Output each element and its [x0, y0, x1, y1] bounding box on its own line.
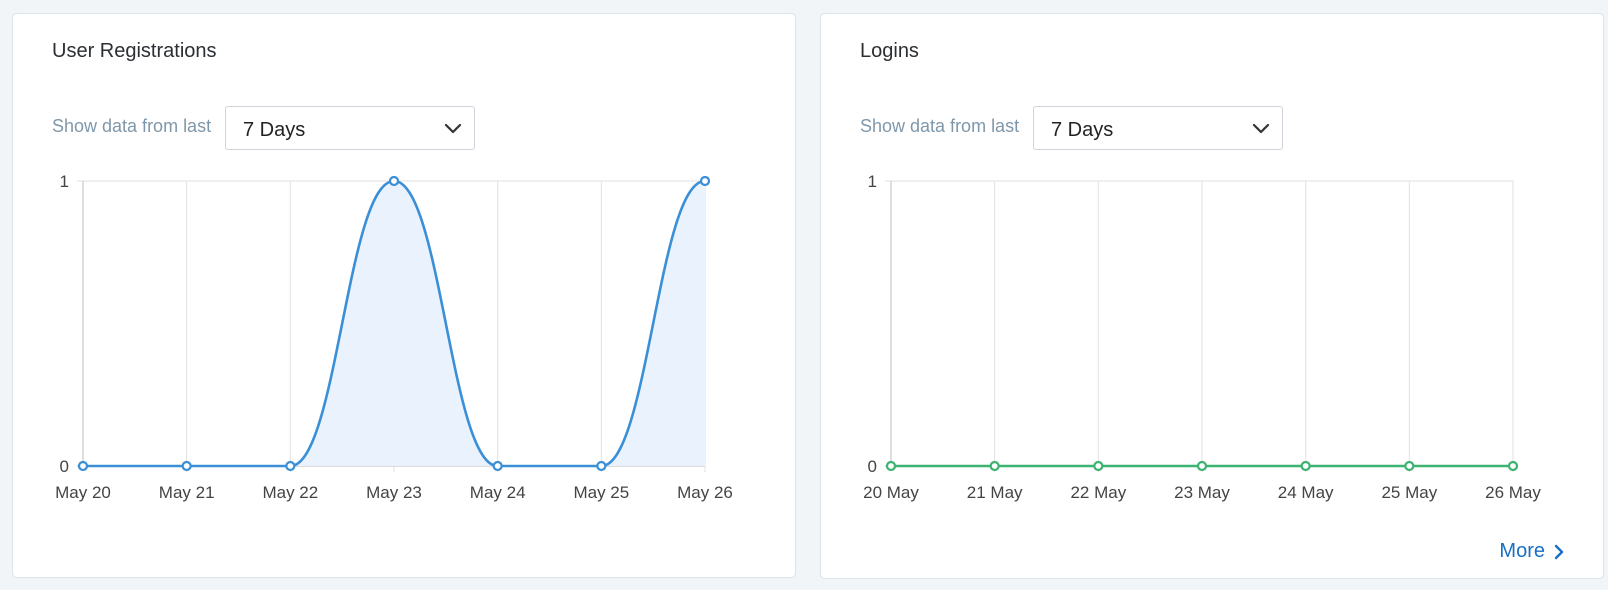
x-tick-label: 22 May — [1070, 483, 1126, 502]
y-tick-label: 1 — [60, 172, 69, 191]
series-area — [83, 181, 705, 466]
data-point — [1300, 460, 1311, 472]
x-tick-label: 25 May — [1381, 483, 1437, 502]
registrations-chart: 0 1 May 20 May 21 May 22 May 23 May 24 May 25 Ma… — [55, 172, 733, 502]
chevron-right-icon — [1554, 544, 1564, 559]
x-tick-label: May 22 — [262, 483, 318, 502]
more-label: More — [1499, 540, 1545, 562]
x-tick-label: May 21 — [159, 483, 215, 502]
data-point — [181, 460, 192, 472]
x-tick-label: 23 May — [1174, 483, 1230, 502]
data-point — [1404, 460, 1415, 472]
x-tick-label: May 23 — [366, 483, 422, 502]
data-point — [596, 460, 607, 472]
x-tick-label: May 26 — [677, 483, 733, 502]
data-point — [285, 460, 296, 472]
data-point — [77, 460, 89, 472]
x-tick-label: May 24 — [470, 483, 526, 502]
more-link[interactable]: More — [1499, 540, 1565, 563]
data-point — [885, 460, 897, 472]
logins-panel: Logins Show data from last 7 Days 0 1 20 M… — [820, 13, 1604, 579]
data-point — [1093, 460, 1104, 472]
data-point — [492, 460, 503, 472]
user-registrations-panel: User Registrations Show data from last 7… — [12, 13, 796, 578]
x-tick-label: 20 May — [863, 483, 919, 502]
data-point — [989, 460, 1000, 472]
x-tick-label: May 25 — [573, 483, 629, 502]
logins-chart: 0 1 20 May 21 May 22 May 23 May 24 May 25 May 26… — [863, 172, 1541, 502]
x-tick-label: 21 May — [967, 483, 1023, 502]
data-point — [1196, 460, 1208, 472]
x-tick-label: May 20 — [55, 483, 111, 502]
x-tick-label: 26 May — [1485, 483, 1541, 502]
data-point — [388, 175, 400, 187]
data-point — [1507, 460, 1519, 472]
y-tick-label: 0 — [868, 457, 877, 476]
x-tick-label: 24 May — [1278, 483, 1334, 502]
y-tick-label: 0 — [60, 457, 69, 476]
y-tick-label: 1 — [868, 172, 877, 191]
data-point — [699, 175, 711, 187]
